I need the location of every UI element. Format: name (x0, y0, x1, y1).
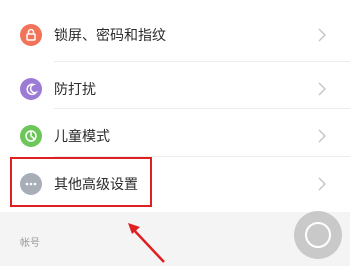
annotation-arrow-icon (128, 223, 165, 263)
floating-assistive-button[interactable] (294, 211, 342, 259)
lock-icon (20, 23, 42, 46)
chevron-right-icon (318, 129, 326, 142)
chevron-right-icon (318, 177, 326, 190)
settings-item-label: 儿童模式 (54, 128, 110, 145)
kids-icon (20, 124, 42, 147)
moon-icon (20, 77, 42, 100)
chevron-right-icon (318, 28, 326, 41)
settings-item-label: 防打扰 (54, 81, 96, 98)
settings-item-kids-mode[interactable]: 儿童模式 (0, 109, 350, 162)
circle-icon (305, 222, 331, 248)
chevron-right-icon (318, 82, 326, 95)
settings-item-label: 锁屏、密码和指纹 (54, 27, 166, 44)
section-header-account: 帐号 (20, 238, 40, 249)
highlight-box (10, 157, 152, 207)
settings-item-lock-screen[interactable]: 锁屏、密码和指纹 (0, 8, 350, 61)
